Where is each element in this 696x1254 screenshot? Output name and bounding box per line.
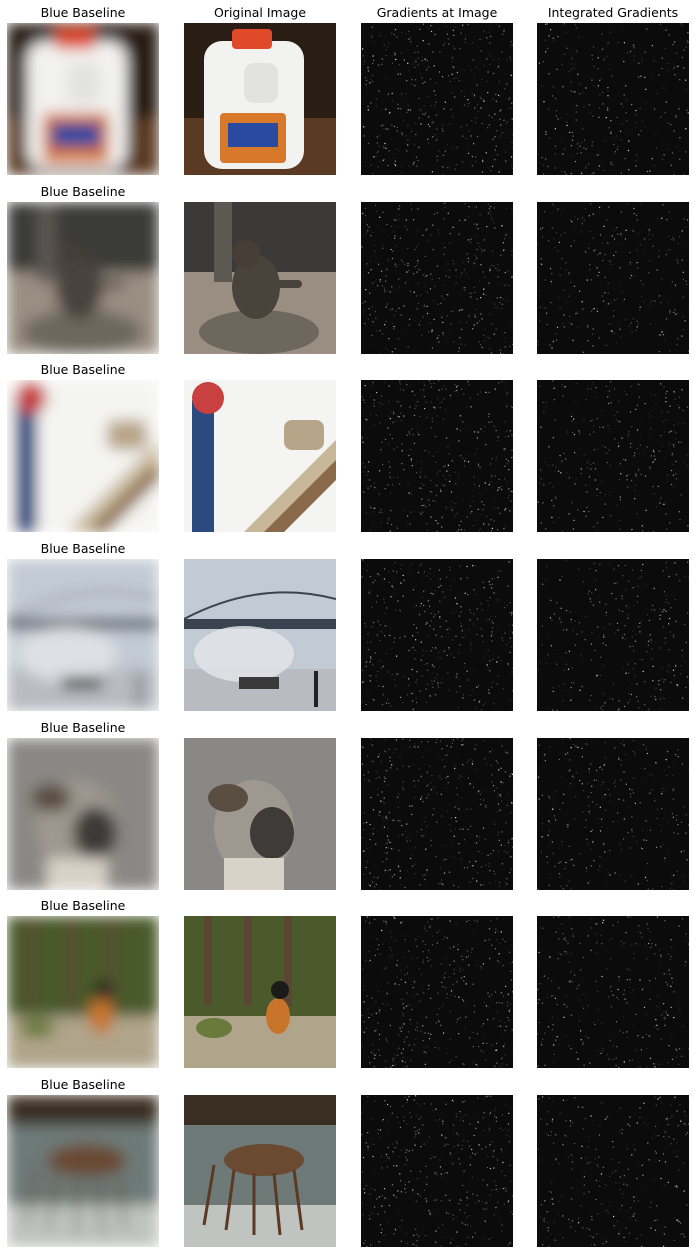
column-title-1: Original Image [213, 5, 307, 20]
panel-image [537, 916, 689, 1068]
panel-image [7, 202, 159, 354]
panel-image [361, 916, 513, 1068]
panel-original-bird [184, 916, 336, 1068]
row-label-2: Blue Baseline [40, 362, 126, 377]
panel-baseline-bridge-fountain [7, 559, 159, 711]
row-label-1: Blue Baseline [40, 184, 126, 199]
column-title-3: Integrated Gradients [547, 5, 679, 20]
panel-image [537, 380, 689, 532]
panel-gradients-bird [361, 916, 513, 1068]
panel-baseline-lobster [7, 1095, 159, 1247]
column-title-2: Gradients at Image [376, 5, 498, 20]
panel-original-baboon [184, 202, 336, 354]
panel-image [184, 1095, 336, 1247]
panel-original-lobster [184, 1095, 336, 1247]
column-title-0: Blue Baseline [40, 5, 126, 20]
panel-image [184, 916, 336, 1068]
panel-image [537, 738, 689, 890]
panel-image [184, 380, 336, 532]
panel-gradients-lobster [361, 1095, 513, 1247]
panel-image [361, 202, 513, 354]
panel-image [361, 380, 513, 532]
panel-image [7, 380, 159, 532]
panel-original-milk-jug [184, 23, 336, 175]
panel-image [7, 738, 159, 890]
row-label-6: Blue Baseline [40, 1077, 126, 1092]
panel-image [361, 559, 513, 711]
row-label-5: Blue Baseline [40, 898, 126, 913]
panel-image [184, 738, 336, 890]
panel-image [184, 202, 336, 354]
panel-image [7, 23, 159, 175]
panel-image [537, 1095, 689, 1247]
panel-baseline-wild-dog [7, 738, 159, 890]
panel-baseline-bird [7, 916, 159, 1068]
panel-integrated-gradients-wild-dog [537, 738, 689, 890]
panel-gradients-theater-sign [361, 380, 513, 532]
panel-image [537, 202, 689, 354]
panel-integrated-gradients-baboon [537, 202, 689, 354]
panel-integrated-gradients-lobster [537, 1095, 689, 1247]
panel-integrated-gradients-bridge-fountain [537, 559, 689, 711]
panel-baseline-milk-jug [7, 23, 159, 175]
panel-original-wild-dog [184, 738, 336, 890]
panel-baseline-theater-sign [7, 380, 159, 532]
panel-integrated-gradients-milk-jug [537, 23, 689, 175]
row-label-3: Blue Baseline [40, 541, 126, 556]
panel-gradients-baboon [361, 202, 513, 354]
panel-gradients-wild-dog [361, 738, 513, 890]
panel-integrated-gradients-bird [537, 916, 689, 1068]
panel-image [7, 1095, 159, 1247]
panel-original-bridge-fountain [184, 559, 336, 711]
panel-image [184, 559, 336, 711]
panel-integrated-gradients-theater-sign [537, 380, 689, 532]
panel-image [537, 559, 689, 711]
panel-image [361, 23, 513, 175]
panel-image [7, 916, 159, 1068]
row-label-4: Blue Baseline [40, 720, 126, 735]
panel-image [361, 738, 513, 890]
panel-image [361, 1095, 513, 1247]
panel-baseline-baboon [7, 202, 159, 354]
panel-image [537, 23, 689, 175]
panel-gradients-milk-jug [361, 23, 513, 175]
panel-gradients-bridge-fountain [361, 559, 513, 711]
panel-image [7, 559, 159, 711]
panel-image [184, 23, 336, 175]
panel-original-theater-sign [184, 380, 336, 532]
